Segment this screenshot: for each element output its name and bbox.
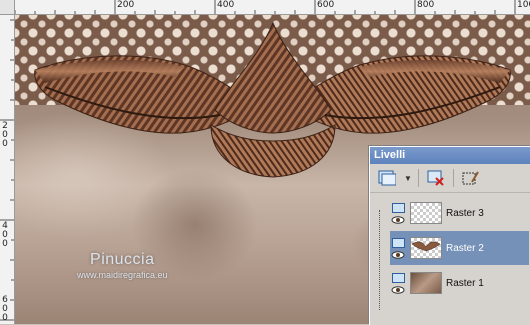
layer-list: Raster 3 Raster 2 Raster 1: [370, 194, 530, 325]
layer-thumbnail: [410, 237, 442, 259]
new-raster-layer-icon[interactable]: [376, 168, 398, 188]
visibility-eye-icon[interactable]: [391, 285, 405, 294]
ruler-label: 400: [217, 0, 235, 10]
raster-layer-icon: [391, 237, 405, 248]
watermark-name: Pinuccia: [90, 251, 155, 268]
ruler-label: 1000: [517, 0, 530, 10]
vertical-ruler: 200 400 600: [0, 14, 15, 324]
ruler-corner: [0, 0, 15, 15]
edit-selection-icon[interactable]: [460, 168, 482, 188]
ruler-ticks-horizontal: [14, 0, 516, 14]
layer-controls: [390, 202, 406, 224]
toolbar-divider: [418, 169, 419, 187]
watermark-url: www.maidiregrafica.eu: [77, 270, 168, 280]
raster-layer-icon: [391, 272, 405, 283]
layer-controls: [390, 272, 406, 294]
layer-row-raster-3[interactable]: Raster 3: [390, 196, 529, 230]
ruler-label: 200: [117, 0, 135, 10]
raster-layer-icon: [391, 202, 405, 213]
toolbar-divider: [453, 169, 454, 187]
layer-name: Raster 3: [446, 207, 484, 219]
visibility-eye-icon[interactable]: [391, 250, 405, 259]
layer-row-raster-2[interactable]: Raster 2: [390, 231, 529, 265]
layer-controls: [390, 237, 406, 259]
layer-name: Raster 2: [446, 242, 484, 254]
layer-row-raster-1[interactable]: Raster 1: [390, 266, 529, 300]
ruler-label: 600: [2, 295, 8, 323]
layer-group-line: [379, 210, 381, 310]
ruler-label: 600: [317, 0, 335, 10]
layers-panel-title[interactable]: Livelli: [370, 147, 530, 164]
ruler-ticks-vertical: [0, 19, 14, 321]
layers-panel: Livelli ▼ Raster 3 Raster 2 Raster 1: [369, 146, 530, 325]
delete-layer-icon[interactable]: [425, 168, 447, 188]
visibility-eye-icon[interactable]: [391, 215, 405, 224]
horizontal-ruler: 200 400 600 800 1000: [0, 0, 530, 15]
layers-toolbar: ▼: [370, 164, 530, 193]
layer-thumbnail: [410, 202, 442, 224]
ruler-label: 400: [2, 221, 8, 249]
ruler-label: 200: [2, 121, 8, 149]
layer-name: Raster 1: [446, 277, 484, 289]
chevron-down-icon[interactable]: ▼: [404, 174, 412, 183]
watermark: Pinuccia www.maidiregrafica.eu: [77, 251, 168, 280]
layer-thumbnail: [410, 272, 442, 294]
ruler-label: 800: [417, 0, 435, 10]
